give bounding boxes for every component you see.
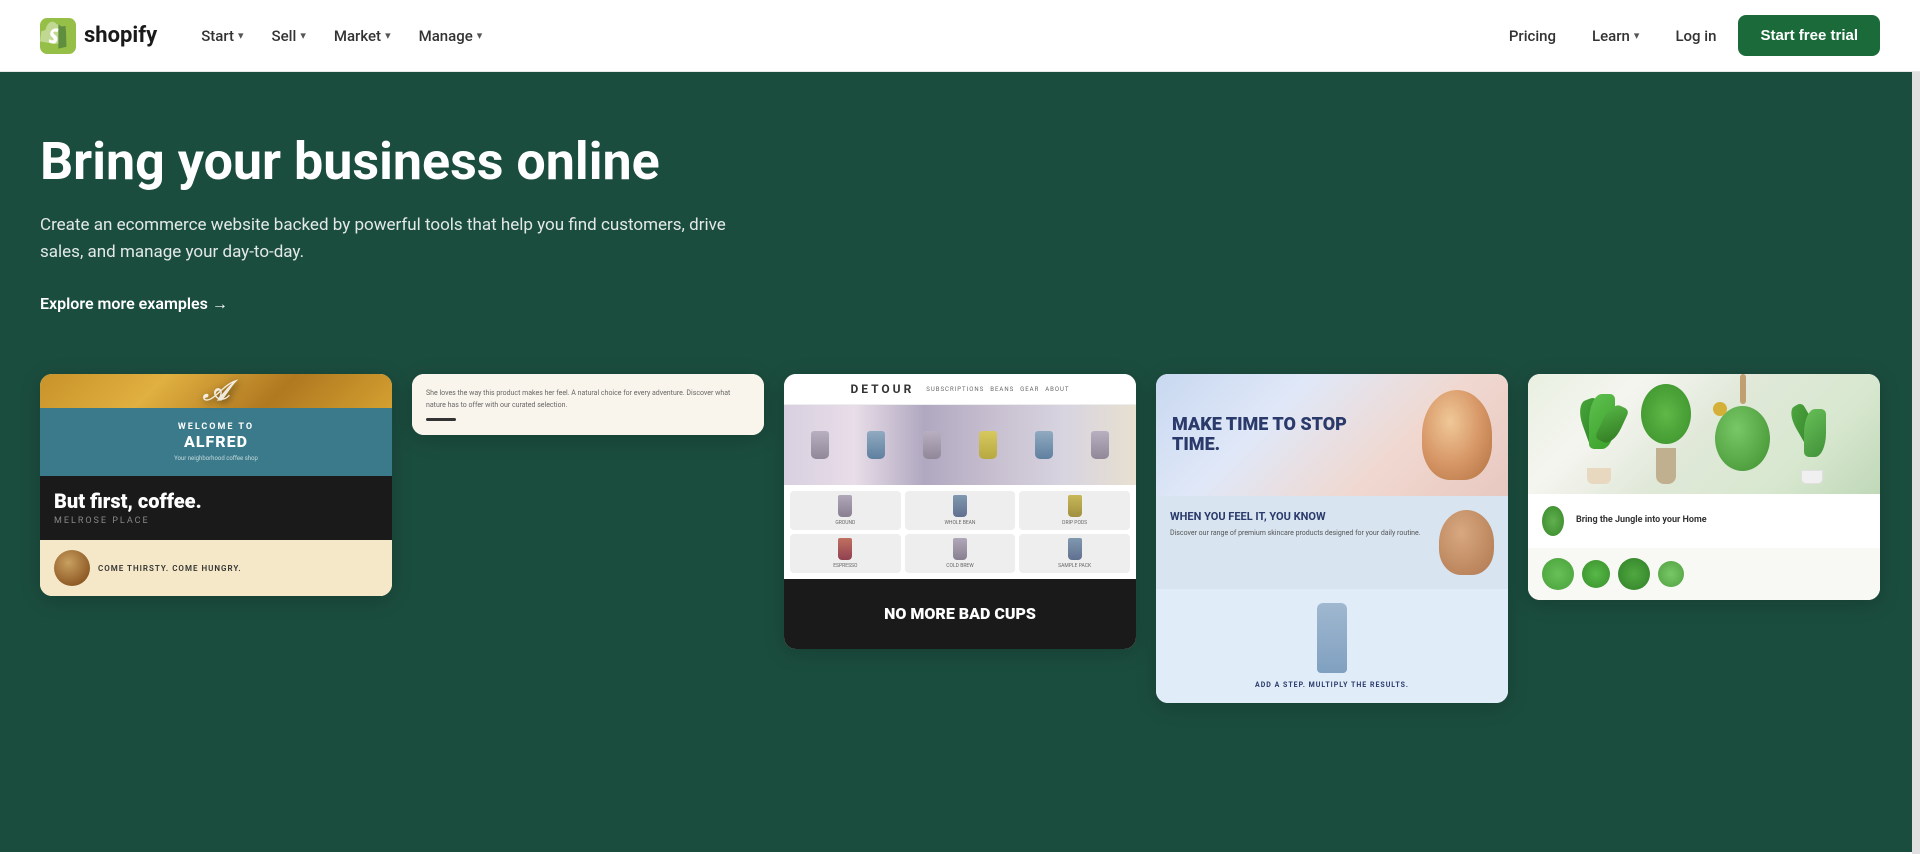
nav-login[interactable]: Log in [1661, 19, 1730, 53]
bag-gray [811, 431, 829, 459]
card-3-header: DETOUR SUBSCRIPTIONS BEANS GEAR ABOUT [784, 374, 1136, 405]
nav-learn[interactable]: Learn ▾ [1578, 19, 1653, 53]
card-1-footer: COME THIRSTY. COME HUNGRY. [40, 540, 392, 596]
card-5-tagline-block: Bring the Jungle into your Home [1528, 494, 1880, 548]
card-4-hero: MAKE TIME TO STOP TIME. [1156, 374, 1508, 496]
card-1-tagline: But first, coffee. [54, 490, 378, 512]
nav-market[interactable]: Market ▾ [322, 19, 403, 53]
card-4-tagline: ADD A STEP. MULTIPLY THE RESULTS. [1255, 681, 1409, 689]
card-5-hero-image [1528, 374, 1880, 494]
nav-links-right: Pricing Learn ▾ Log in Start free trial [1495, 15, 1880, 56]
card-4-product-image [1317, 603, 1347, 673]
plant-small-icon [1542, 506, 1564, 536]
card-4-face-image [1422, 390, 1492, 480]
start-trial-button[interactable]: Start free trial [1738, 15, 1880, 56]
bag-gray-3 [1091, 431, 1109, 459]
bag-blue-2 [1035, 431, 1053, 459]
card-1-brand: ALFRED [184, 432, 248, 451]
card-4-headline: MAKE TIME TO STOP TIME. [1172, 415, 1364, 455]
scrollbar[interactable] [1912, 0, 1920, 854]
logo-text: shopify [84, 23, 157, 48]
card-3-detour[interactable]: DETOUR SUBSCRIPTIONS BEANS GEAR ABOUT [784, 374, 1136, 649]
nav-links-left: Start ▾ Sell ▾ Market ▾ Manage ▾ [189, 19, 1495, 53]
card-1-desc: Your neighborhood coffee shop [174, 455, 258, 462]
card-1-logo: 𝒜 [203, 374, 230, 408]
card-5-plants[interactable]: Bring the Jungle into your Home [1528, 374, 1880, 600]
manage-chevron-icon: ▾ [477, 29, 483, 42]
navbar: shopify Start ▾ Sell ▾ Market ▾ Manage ▾… [0, 0, 1920, 72]
nav-pricing[interactable]: Pricing [1495, 19, 1570, 53]
card-4-face2-image [1439, 510, 1494, 575]
bag-blue [867, 431, 885, 459]
start-chevron-icon: ▾ [238, 29, 244, 42]
card-5-product-grid [1528, 548, 1880, 600]
card-1-location: MELROSE PLACE [54, 516, 378, 526]
card-4-product-section: ADD A STEP. MULTIPLY THE RESULTS. [1156, 589, 1508, 703]
card-3-brand-name: DETOUR [850, 382, 914, 396]
nav-start[interactable]: Start ▾ [189, 19, 255, 53]
shopify-logo-icon [40, 18, 76, 54]
card-3-nav: SUBSCRIPTIONS BEANS GEAR ABOUT [926, 386, 1069, 393]
hero-title: Bring your business online [40, 132, 740, 192]
hero-subtitle: Create an ecommerce website backed by po… [40, 212, 740, 266]
card-2-natural[interactable]: She loves the way this product makes her… [412, 374, 764, 435]
card-3-products-grid: GROUND WHOLE BEAN DRIP PODS ESPRESSO COL… [784, 485, 1136, 579]
card-1-food-text: COME THIRSTY. COME HUNGRY. [98, 564, 242, 573]
sell-chevron-icon: ▾ [300, 29, 306, 42]
nav-manage[interactable]: Manage ▾ [407, 19, 495, 53]
card-3-item-2: WHOLE BEAN [905, 491, 1016, 530]
card-4-skincare[interactable]: MAKE TIME TO STOP TIME. WHEN YOU FEEL IT… [1156, 374, 1508, 703]
card-1-welcome-text: WELCOME TO [178, 422, 254, 432]
hero-section: Bring your business online Create an eco… [0, 72, 1920, 852]
card-5-tagline: Bring the Jungle into your Home [1576, 515, 1707, 527]
logo-link[interactable]: shopify [40, 18, 157, 54]
bag-yellow [979, 431, 997, 459]
card-3-item-3: DRIP PODS [1019, 491, 1130, 530]
card-3-banner: NO MORE BAD CUPS [784, 579, 1136, 649]
card-4-quote: WHEN YOU FEEL IT, YOU KNOW [1170, 510, 1431, 524]
card-1-top-image: 𝒜 [40, 374, 392, 408]
explore-examples-link[interactable]: Explore more examples → [40, 294, 228, 314]
card-4-middle: WHEN YOU FEEL IT, YOU KNOW Discover our … [1156, 496, 1508, 589]
card-1-alfred[interactable]: 𝒜 WELCOME TO ALFRED Your neighborhood co… [40, 374, 392, 596]
market-chevron-icon: ▾ [385, 29, 391, 42]
bag-gray-2 [923, 431, 941, 459]
cards-row: 𝒜 WELCOME TO ALFRED Your neighborhood co… [40, 354, 1880, 703]
learn-chevron-icon: ▾ [1634, 29, 1640, 42]
card-3-banner-text: NO MORE BAD CUPS [884, 605, 1036, 623]
hero-text-block: Bring your business online Create an eco… [40, 132, 740, 314]
card-1-bottom: But first, coffee. MELROSE PLACE [40, 476, 392, 540]
card-3-item-6: SAMPLE PACK [1019, 534, 1130, 573]
card-1-welcome: WELCOME TO ALFRED Your neighborhood coff… [40, 408, 392, 476]
coffee-image [54, 550, 90, 586]
nav-sell[interactable]: Sell ▾ [260, 19, 318, 53]
card-3-item-1: GROUND [790, 491, 901, 530]
card-3-item-5: COLD BREW [905, 534, 1016, 573]
card-3-hero-image [784, 405, 1136, 485]
card-3-item-4: ESPRESSO [790, 534, 901, 573]
card-2-text: She loves the way this product makes her… [412, 374, 764, 435]
